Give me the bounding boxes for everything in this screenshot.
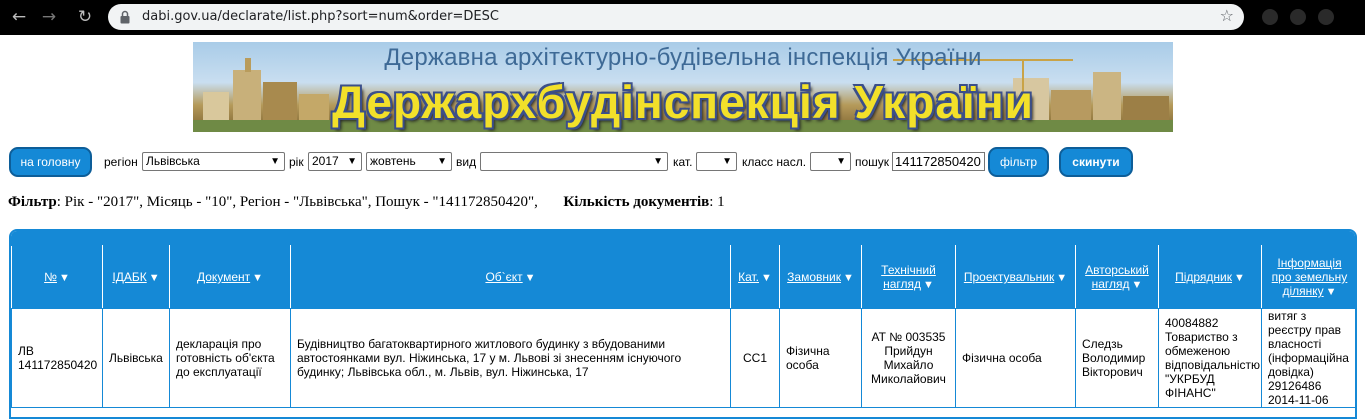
column-header-label[interactable]: Проектувальник: [964, 270, 1054, 284]
dropdown-arrow-icon: ▼: [437, 156, 447, 167]
sort-triangle-icon: ▼: [923, 279, 934, 291]
year-select[interactable]: 2017 ▼: [308, 152, 362, 171]
lock-icon: [120, 10, 130, 24]
sort-triangle-icon: ▼: [842, 272, 854, 284]
cell-contractor: 40084882 Товариство з обмеженою відповід…: [1158, 308, 1262, 408]
column-header-label[interactable]: ІДАБК: [112, 270, 146, 284]
filter-summary-text: : Рік - "2017", Місяць - "10", Регіон - …: [56, 194, 538, 210]
column-header-label[interactable]: Кат.: [738, 270, 759, 284]
class-label: класс насл.: [742, 155, 807, 169]
cell-land-info: витяг з реєстру прав власності (інформац…: [1261, 308, 1355, 408]
dropdown-arrow-icon: ▼: [347, 156, 357, 167]
table-row: ЛВ 141172850420 Львівська декларація про…: [11, 308, 1355, 408]
header-banner: Державна архітектурно-будівельна інспекц…: [193, 42, 1173, 132]
column-header-label[interactable]: Замовник: [787, 270, 841, 284]
filter-summary: Фільтр: Рік - "2017", Місяць - "10", Рег…: [8, 194, 725, 211]
sort-triangle-icon: ▼: [58, 272, 70, 284]
cell-designer: Фізична особа: [955, 308, 1076, 408]
column-header-contractor[interactable]: Підрядник ▼: [1158, 245, 1262, 309]
cell-author-supervision: Следзь Володимир Вікторович: [1075, 308, 1159, 408]
column-header-num[interactable]: № ▼: [11, 245, 103, 309]
sort-triangle-icon: ▼: [1056, 272, 1068, 284]
type-select[interactable]: ▼: [480, 152, 668, 171]
column-header-idabk[interactable]: ІДАБК ▼: [102, 245, 170, 309]
declarations-table: № ▼ ІДАБК ▼ Документ ▼ Об`єкт ▼ Кат. ▼ Замовн…: [11, 245, 1355, 408]
url-text: dabi.gov.ua/declarate/list.php?sort=num&…: [142, 9, 499, 24]
year-label: рік: [289, 155, 304, 169]
sort-triangle-icon: ▼: [252, 272, 264, 284]
search-input[interactable]: 141172850420: [892, 152, 985, 171]
column-header-document[interactable]: Документ ▼: [169, 245, 291, 309]
cell-document: декларація про готовність об'єкта до екс…: [169, 308, 291, 408]
extension-icon[interactable]: [1262, 9, 1278, 25]
month-select-value: жовтень: [370, 154, 416, 168]
declarations-table-panel: № ▼ ІДАБК ▼ Документ ▼ Об`єкт ▼ Кат. ▼ Замовн…: [9, 229, 1357, 419]
cell-num: ЛВ 141172850420: [11, 308, 103, 408]
column-header-label[interactable]: Підрядник: [1175, 270, 1232, 284]
cell-idabk: Львівська: [102, 308, 170, 408]
region-select-value: Львівська: [146, 154, 200, 168]
browser-toolbar: ← → ↻ dabi.gov.ua/declarate/list.php?sor…: [0, 0, 1365, 35]
column-header-tech-supervision[interactable]: Технічний нагляд ▼: [861, 245, 956, 309]
region-label: регіон: [104, 155, 138, 169]
filter-button[interactable]: фільтр: [988, 147, 1049, 177]
sort-triangle-icon: ▼: [761, 272, 772, 284]
sort-triangle-icon: ▼: [1325, 286, 1337, 298]
column-header-customer[interactable]: Замовник ▼: [779, 245, 862, 309]
table-header-row: № ▼ ІДАБК ▼ Документ ▼ Об`єкт ▼ Кат. ▼ Замовн…: [11, 245, 1355, 309]
banner-subtitle: Державна архітектурно-будівельна інспекц…: [384, 44, 982, 71]
column-header-land-info[interactable]: Інформація про земельну ділянку ▼: [1261, 245, 1355, 309]
banner-title: Держархбудінспекція України: [332, 76, 1034, 128]
dropdown-arrow-icon: ▼: [270, 156, 280, 167]
address-bar[interactable]: dabi.gov.ua/declarate/list.php?sort=num&…: [108, 4, 1244, 30]
reset-button[interactable]: скинути: [1059, 147, 1133, 177]
back-arrow-icon[interactable]: ←: [8, 6, 30, 28]
document-count-label: Кількість документів: [563, 194, 710, 210]
class-select[interactable]: ▼: [810, 152, 851, 171]
document-count-value: : 1: [709, 194, 725, 210]
sort-triangle-icon: ▼: [1131, 279, 1143, 291]
column-header-label[interactable]: №: [44, 270, 57, 284]
column-header-object[interactable]: Об`єкт ▼: [290, 245, 731, 309]
column-header-label[interactable]: Документ: [197, 270, 250, 284]
search-label: пошук: [855, 155, 890, 169]
forward-arrow-icon[interactable]: →: [38, 6, 60, 28]
table-top-bar: [11, 231, 1355, 245]
cell-tech-supervision: АТ № 003535 Прийдун Михайло Миколайович: [861, 308, 956, 408]
column-header-author-supervision[interactable]: Авторський нагляд ▼: [1075, 245, 1159, 309]
dropdown-arrow-icon: ▼: [722, 156, 732, 167]
bookmark-star-icon[interactable]: ☆: [1220, 6, 1234, 25]
column-header-label[interactable]: Об`єкт: [485, 270, 522, 284]
sort-triangle-icon: ▼: [148, 272, 160, 284]
home-button[interactable]: на головну: [9, 147, 92, 177]
dropdown-arrow-icon: ▼: [653, 156, 663, 167]
year-select-value: 2017: [312, 154, 339, 168]
reload-icon[interactable]: ↻: [74, 6, 96, 28]
column-header-category[interactable]: Кат. ▼: [730, 245, 780, 309]
category-select[interactable]: ▼: [696, 152, 737, 171]
month-select[interactable]: жовтень ▼: [366, 152, 452, 171]
region-select[interactable]: Львівська ▼: [142, 152, 285, 171]
cell-object: Будівництво багатоквартирного житлового …: [290, 308, 731, 408]
category-label: кат.: [673, 155, 693, 169]
extension-icon[interactable]: [1318, 9, 1334, 25]
sort-triangle-icon: ▼: [524, 272, 536, 284]
dropdown-arrow-icon: ▼: [836, 156, 846, 167]
filter-summary-label: Фільтр: [8, 194, 57, 210]
cell-customer: Фізична особа: [779, 308, 862, 408]
column-header-designer[interactable]: Проектувальник ▼: [955, 245, 1076, 309]
type-label: вид: [456, 155, 477, 169]
cell-category: СС1: [730, 308, 780, 408]
sort-triangle-icon: ▼: [1234, 272, 1245, 284]
extension-icon[interactable]: [1290, 9, 1306, 25]
